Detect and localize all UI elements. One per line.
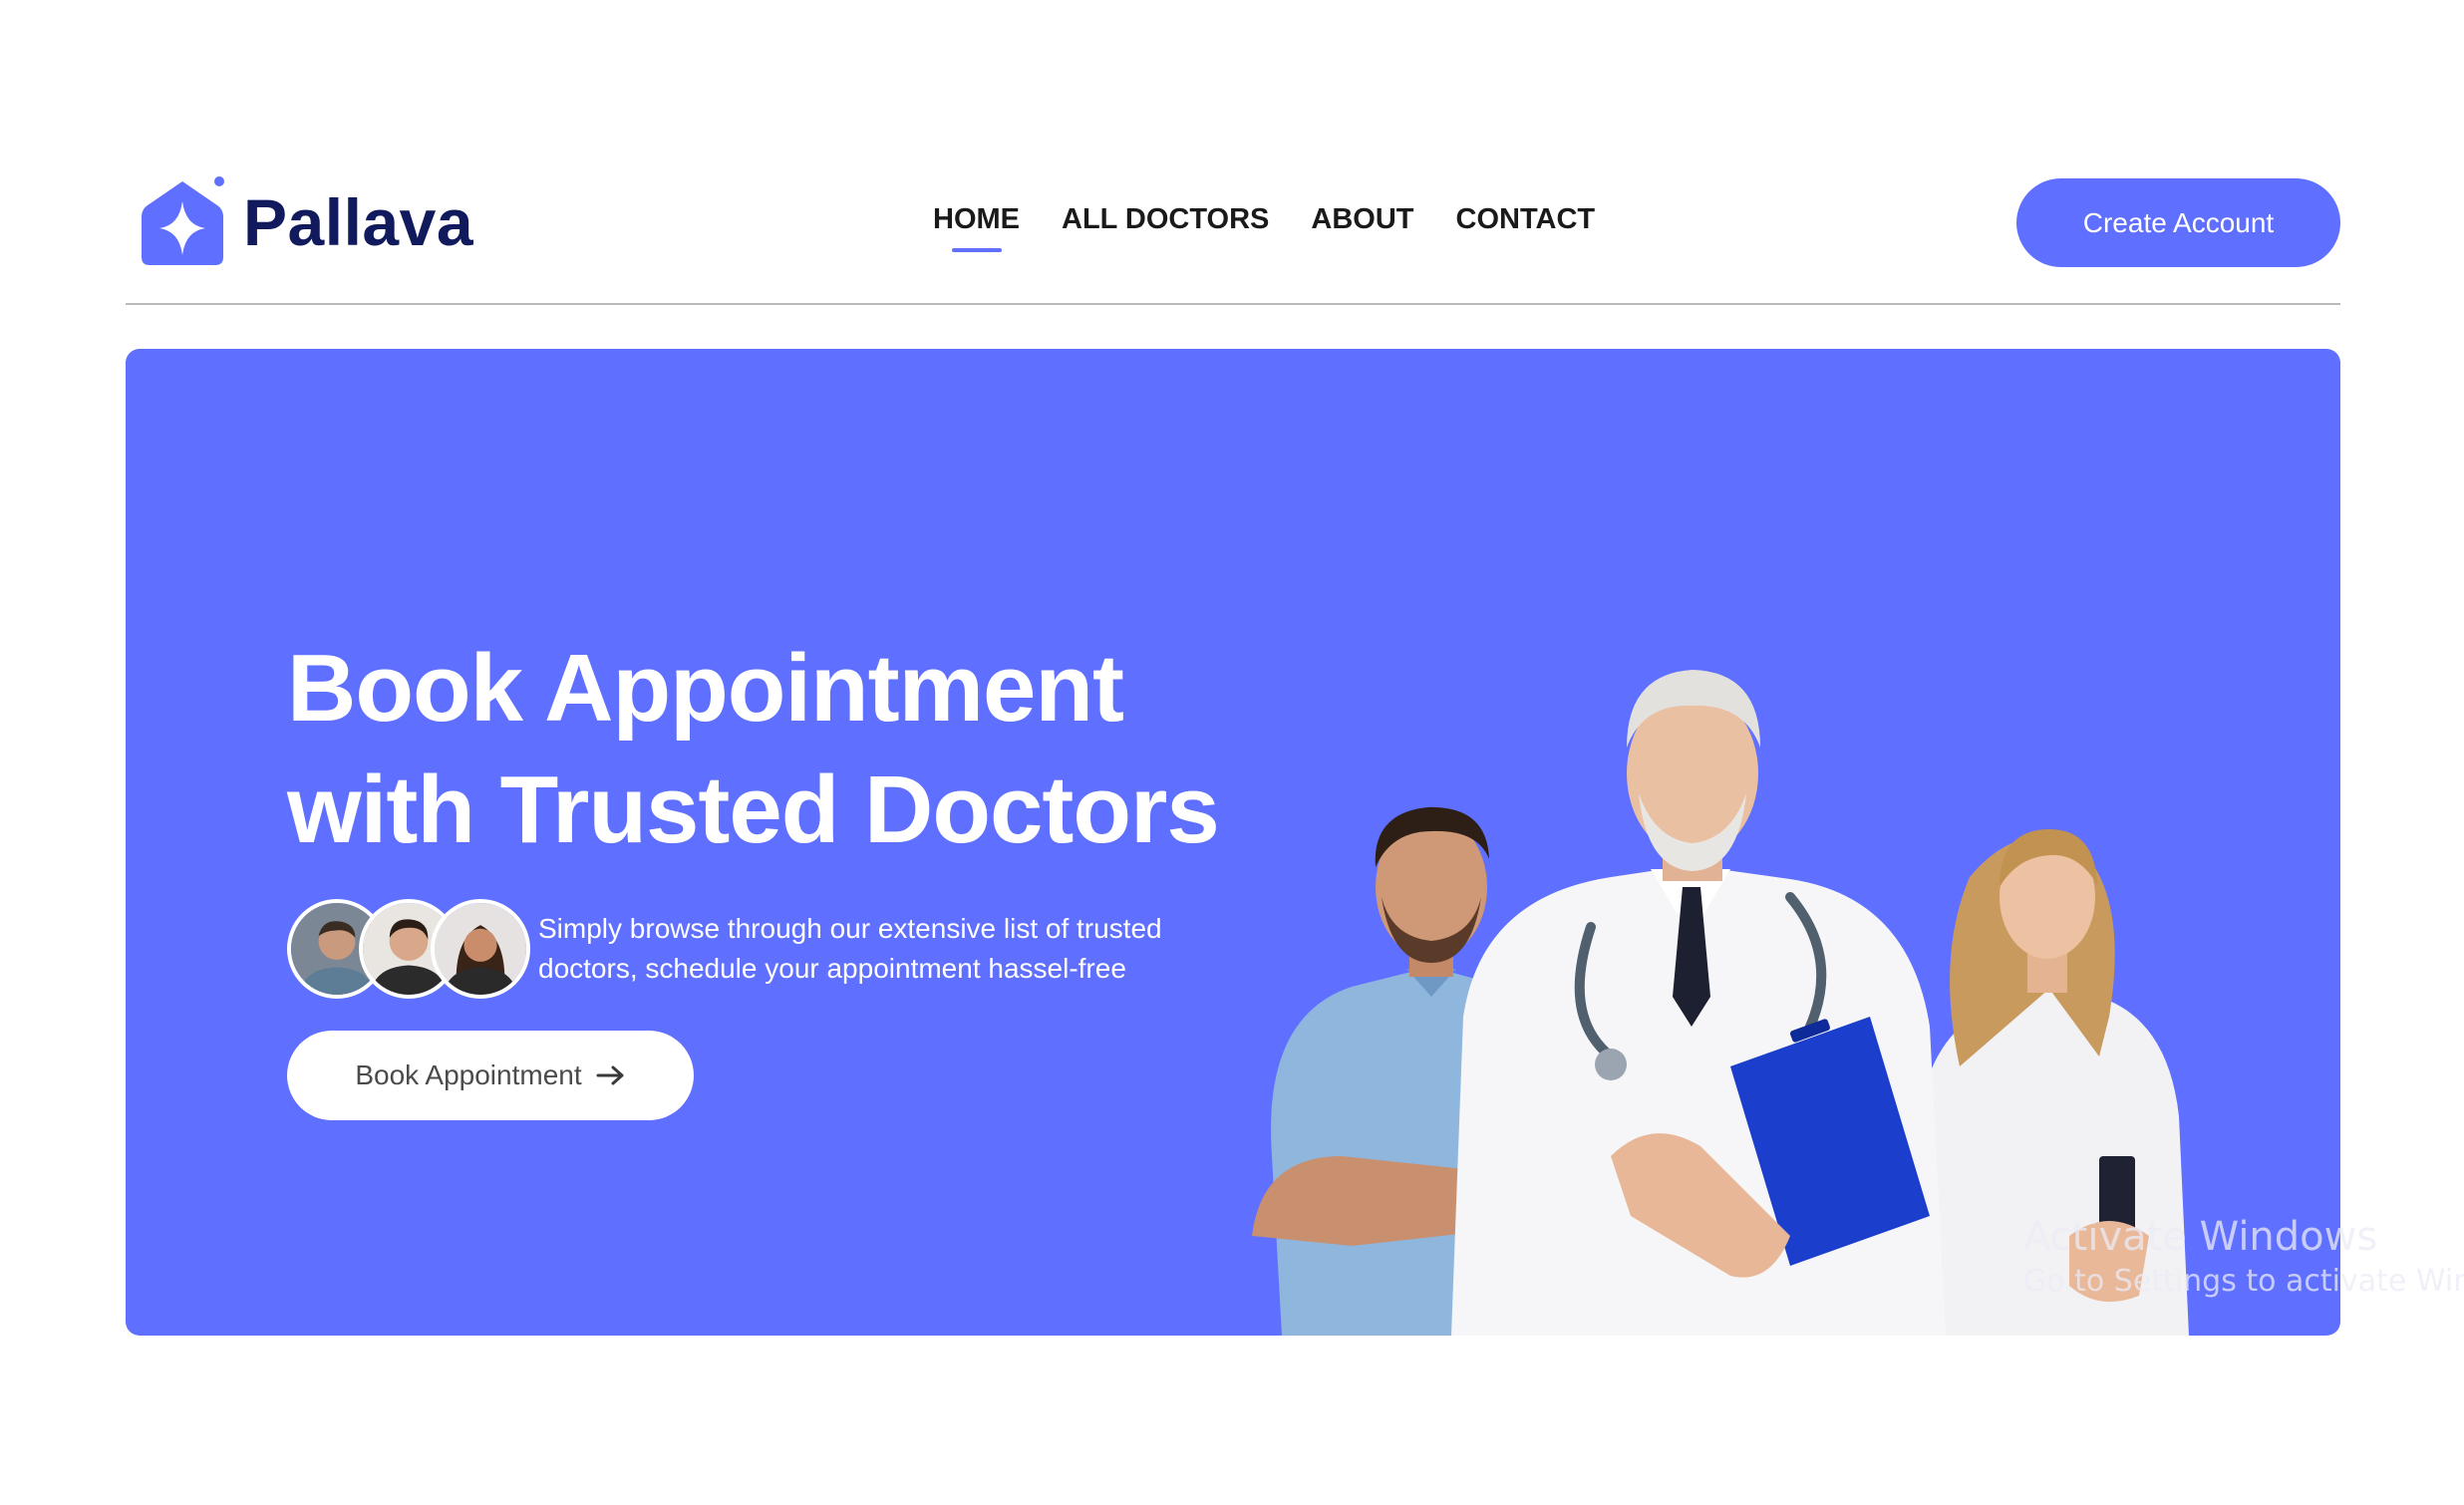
nav-about[interactable]: ABOUT (1311, 203, 1413, 250)
main-nav: HOME ALL DOCTORS ABOUT CONTACT (933, 203, 1596, 252)
nav-home[interactable]: HOME (933, 203, 1020, 252)
nav-active-indicator (951, 248, 1002, 252)
hero-title: Book Appointment with Trusted Doctors (287, 628, 1384, 871)
nav-contact-label: CONTACT (1455, 203, 1596, 235)
book-appointment-label: Book Appointment (355, 1059, 582, 1090)
patient-avatars (287, 899, 530, 999)
windows-activation-watermark: Activate Windows Go to Settings to activ… (2023, 1212, 2464, 1302)
hero-title-line-2: with Trusted Doctors (287, 756, 1220, 863)
logo-icon (142, 176, 224, 265)
brand-name: Pallava (243, 185, 474, 259)
arrow-right-icon (596, 1065, 624, 1085)
watermark-title: Activate Windows (2023, 1214, 2378, 1260)
logo[interactable]: Pallava (136, 175, 473, 269)
nav-all-doctors-label: ALL DOCTORS (1062, 203, 1270, 235)
nav-contact[interactable]: CONTACT (1456, 203, 1596, 250)
nav-home-label: HOME (933, 203, 1020, 235)
avatar (431, 899, 530, 999)
hero-description-line-1: Simply browse through our extensive list… (538, 913, 1162, 944)
hero-description-line-2: doctors, schedule your appointment hasse… (538, 953, 1126, 984)
person-avatar-icon (435, 903, 526, 995)
book-appointment-button[interactable]: Book Appointment (287, 1031, 694, 1120)
create-account-button[interactable]: Create Account (2016, 178, 2340, 267)
site-header: Pallava HOME ALL DOCTORS ABOUT CONTACT C… (126, 169, 2340, 305)
nav-all-doctors[interactable]: ALL DOCTORS (1062, 203, 1269, 250)
nav-about-label: ABOUT (1311, 203, 1414, 235)
hero-title-line-1: Book Appointment (287, 635, 1124, 742)
hero-description: Simply browse through our extensive list… (538, 909, 1236, 989)
doctor-senior-figure (1451, 670, 1946, 1336)
page: Pallava HOME ALL DOCTORS ABOUT CONTACT C… (0, 0, 2464, 1505)
hero-banner: Book Appointment with Trusted Doctors Si… (126, 349, 2340, 1336)
watermark-subtitle: Go to Settings to activate Windows. (2023, 1264, 2464, 1299)
